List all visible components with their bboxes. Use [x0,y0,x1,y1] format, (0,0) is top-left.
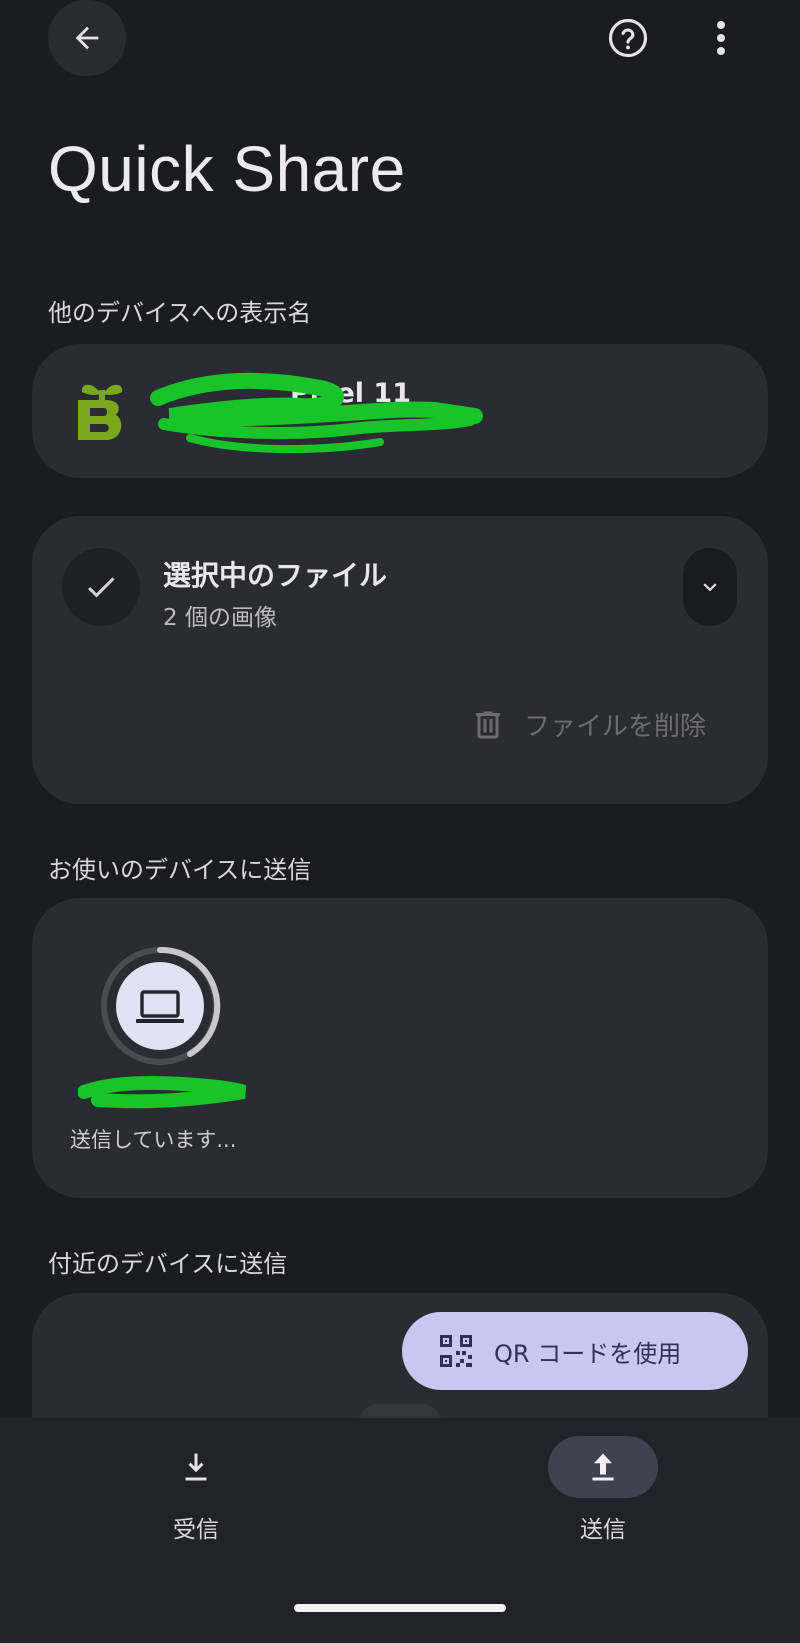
expand-files-button[interactable] [683,548,737,626]
delete-files-label: ファイルを削除 [524,712,707,742]
nav-send-pill [548,1436,658,1498]
nav-send[interactable]: 送信 [548,1436,658,1544]
my-devices-section-label: お使いのデバイスに送信 [48,856,312,884]
page-title: Quick Share [48,133,406,205]
selected-files-card [32,516,768,804]
download-icon [185,1453,207,1481]
help-button[interactable] [604,12,652,64]
selected-files-count: 2 個の画像 [163,605,277,631]
chevron-down-icon [703,583,717,592]
use-qr-code-button[interactable]: QR コードを使用 [402,1312,748,1390]
delete-files-button[interactable]: ファイルを削除 [470,706,706,743]
nearby-section-label: 付近のデバイスに送信 [48,1250,288,1278]
check-badge [62,548,140,626]
nav-receive-pill [141,1436,251,1498]
use-qr-code-label: QR コードを使用 [494,1339,682,1368]
selected-files-title: 選択中のファイル [163,559,388,592]
nav-receive[interactable]: 受信 [146,1436,246,1544]
home-indicator [294,1604,506,1612]
sending-progress-ring[interactable] [98,944,222,1068]
nav-receive-label: 受信 [173,1517,219,1543]
device-name-section-label: 他のデバイスへの表示名 [48,299,312,327]
nav-send-label: 送信 [580,1517,626,1543]
sprout-b-logo [78,384,123,440]
more-vert-icon [717,21,725,55]
redaction-scribble-device [78,1075,247,1109]
arrow-left-icon [75,26,99,50]
back-button[interactable] [48,0,126,76]
redaction-scribble [150,372,483,454]
sending-status: 送信しています... [70,1128,237,1152]
qr-code-icon [440,1335,472,1367]
more-options-button[interactable] [698,12,744,64]
trash-icon [476,711,500,738]
check-icon [88,577,115,598]
upload-icon [592,1453,614,1481]
help-circle-icon [608,18,648,58]
